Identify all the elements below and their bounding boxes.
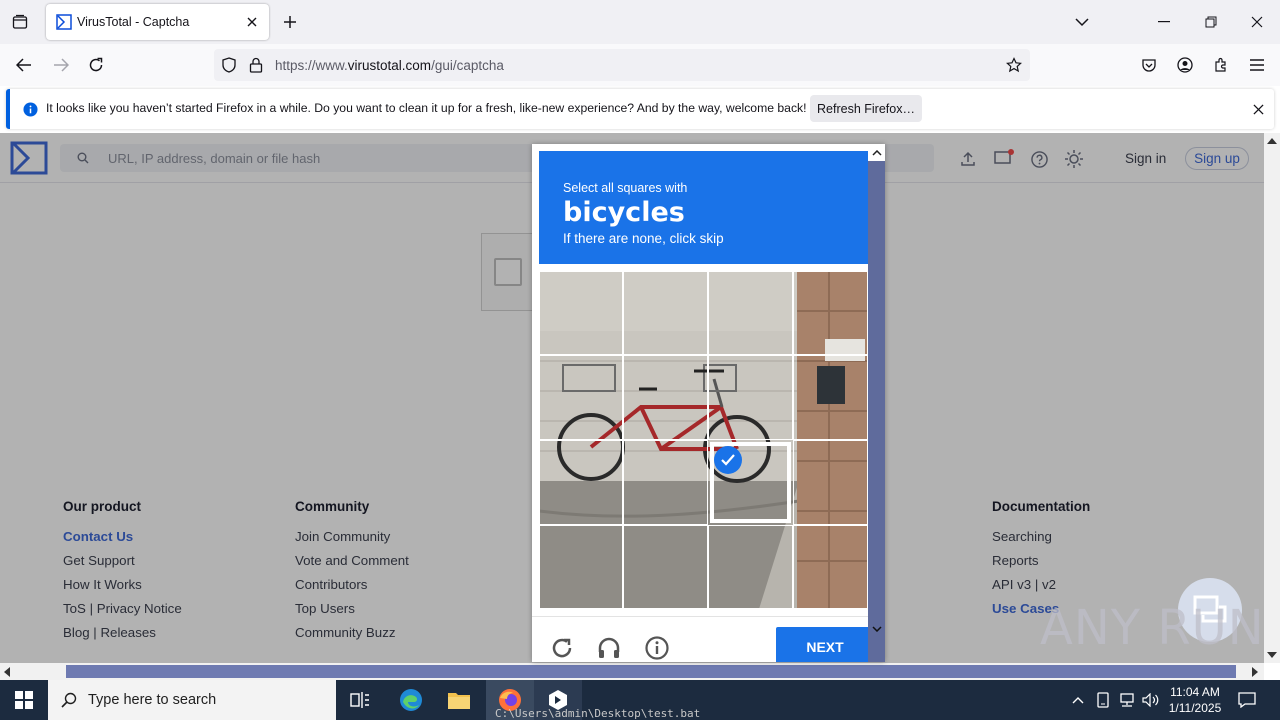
url-text[interactable]: https://www.virustotal.com/gui/captcha [275,58,504,73]
captcha-tile[interactable] [793,525,868,609]
captcha-image-grid [539,271,868,609]
captcha-tile[interactable] [623,355,708,440]
captcha-tile[interactable] [623,525,708,609]
network-icon[interactable] [1116,690,1138,710]
url-domain: virustotal.com [347,58,432,73]
scroll-right-arrow-icon[interactable] [1250,666,1260,677]
tab-title: VirusTotal - Captcha [77,15,190,29]
console-window-text: C:\Users\admin\Desktop\test.bat [495,707,701,720]
account-icon[interactable] [1175,55,1195,75]
captcha-prompt-header: Select all squares with bicycles If ther… [539,151,868,264]
tab-strip: VirusTotal - Captcha [0,0,1280,44]
extensions-icon[interactable] [1211,55,1231,75]
taskbar-search-box[interactable]: Type here to search [48,680,336,720]
tile-selected-check-icon [714,446,742,474]
captcha-tile[interactable] [793,440,868,525]
search-icon [60,691,78,709]
edge-browser-icon[interactable] [390,680,432,720]
clock-date: 1/11/2025 [1168,701,1222,715]
tab-virustotal-captcha[interactable]: VirusTotal - Captcha [46,4,269,40]
captcha-scrollbar[interactable] [868,144,885,662]
close-tab-icon[interactable] [245,15,259,29]
info-icon [22,101,38,117]
captcha-target-word: bicycles [563,197,685,228]
scroll-up-arrow-icon[interactable] [1264,133,1280,149]
captcha-tile[interactable] [539,355,623,440]
captcha-tile-selected[interactable] [710,442,791,523]
captcha-tile[interactable] [793,355,868,440]
captcha-scroll-up-icon[interactable] [868,144,885,161]
page-vertical-scrollbar[interactable] [1264,133,1280,663]
audio-challenge-headphones-icon[interactable] [596,635,622,661]
taskbar-clock[interactable]: 11:04 AM 1/11/2025 [1160,684,1230,716]
captcha-tile[interactable] [708,525,793,609]
captcha-tile[interactable] [539,525,623,609]
navigation-toolbar: https://www.virustotal.com/gui/captcha [0,44,1280,86]
device-icon[interactable] [1093,690,1113,710]
captcha-tile[interactable] [539,271,623,355]
captcha-tile[interactable] [708,271,793,355]
clock-time: 11:04 AM [1170,685,1220,699]
captcha-tile[interactable] [623,440,708,525]
refresh-firefox-button[interactable]: Refresh Firefox… [810,95,922,122]
url-path: /gui/captcha [431,58,504,73]
bookmark-star-icon[interactable] [1005,56,1023,74]
windows-start-icon[interactable] [0,680,48,720]
close-window-icon[interactable] [1248,13,1266,31]
taskbar-search-placeholder: Type here to search [88,692,217,708]
reload-challenge-icon[interactable] [549,635,575,661]
info-icon[interactable] [644,635,670,661]
anyrun-watermark: ANY RUN [1040,600,1265,656]
close-notification-icon[interactable] [1250,101,1266,117]
captcha-instruction: Select all squares with [563,181,688,195]
app-menu-icon[interactable] [1247,55,1267,75]
captcha-footer: NEXT [532,616,885,662]
captcha-tile[interactable] [793,271,868,355]
reload-icon[interactable] [86,55,106,75]
captcha-tile[interactable] [708,355,793,440]
restore-icon[interactable] [1202,13,1220,31]
volume-icon[interactable] [1140,690,1162,710]
new-tab-icon[interactable] [281,13,299,31]
tab-list-icon[interactable] [10,12,30,32]
minimize-icon[interactable] [1155,13,1173,31]
notification-center-icon[interactable] [1236,690,1258,710]
list-all-tabs-icon[interactable] [1073,13,1091,31]
file-explorer-icon[interactable] [438,680,480,720]
virustotal-favicon-icon [56,14,72,30]
page-horizontal-scrollbar[interactable] [0,663,1264,680]
captcha-hint: If there are none, click skip [563,231,724,246]
url-bar[interactable]: https://www.virustotal.com/gui/captcha [214,49,1030,81]
lock-icon[interactable] [247,56,265,74]
refresh-firefox-notification: It looks like you haven’t started Firefo… [6,89,1274,129]
pocket-icon[interactable] [1139,55,1159,75]
forward-icon[interactable] [51,55,71,75]
url-prefix: https://www. [275,58,348,73]
back-icon[interactable] [14,55,34,75]
captcha-tile[interactable] [623,271,708,355]
scroll-left-arrow-icon[interactable] [2,666,12,677]
notification-text: It looks like you haven’t started Firefo… [46,101,807,115]
captcha-challenge-dialog: Select all squares with bicycles If ther… [532,144,885,662]
captcha-tile[interactable] [539,440,623,525]
horizontal-scroll-thumb[interactable] [66,665,1236,678]
tracking-protection-shield-icon[interactable] [220,56,238,74]
show-hidden-icons-icon[interactable] [1068,690,1088,710]
captcha-next-button[interactable]: NEXT [776,627,874,662]
scroll-down-arrow-icon[interactable] [1264,647,1280,663]
captcha-scroll-down-icon[interactable] [868,620,885,637]
task-view-icon[interactable] [340,680,380,720]
